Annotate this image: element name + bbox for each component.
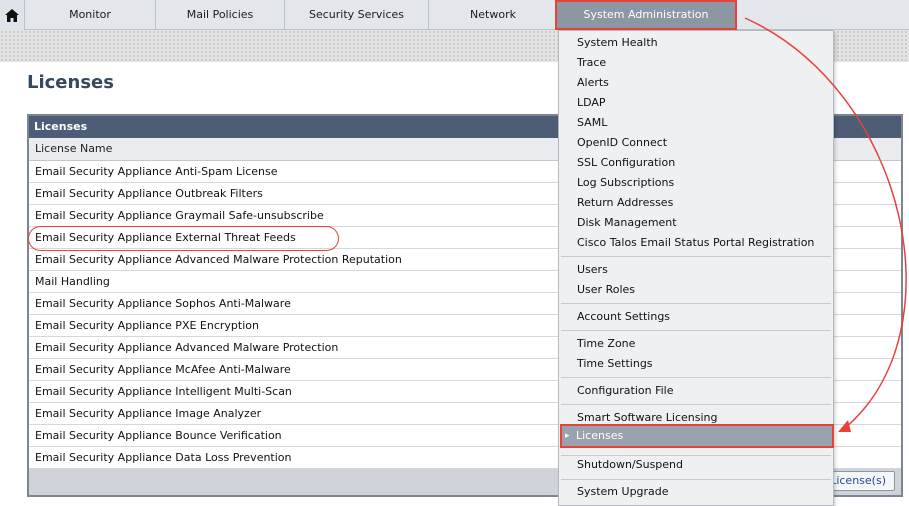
nav-security-services[interactable]: Security Services bbox=[285, 0, 429, 30]
menu-item-account-settings[interactable]: Account Settings bbox=[577, 307, 670, 327]
menu-item-trace[interactable]: Trace bbox=[577, 53, 606, 73]
menu-divider bbox=[561, 404, 831, 405]
menu-item-log-subscriptions[interactable]: Log Subscriptions bbox=[577, 173, 674, 193]
nav-mail-policies[interactable]: Mail Policies bbox=[156, 0, 285, 30]
home-button[interactable] bbox=[0, 0, 25, 30]
menu-item-system-health[interactable]: System Health bbox=[577, 33, 658, 53]
nav-monitor[interactable]: Monitor bbox=[25, 0, 156, 30]
menu-divider bbox=[561, 330, 831, 331]
menu-item-system-upgrade[interactable]: System Upgrade bbox=[577, 482, 669, 502]
nav-network[interactable]: Network bbox=[429, 0, 558, 30]
menu-item-time-settings[interactable]: Time Settings bbox=[577, 354, 653, 374]
menu-item-alerts[interactable]: Alerts bbox=[577, 73, 609, 93]
home-icon bbox=[5, 9, 19, 22]
menu-item-users[interactable]: Users bbox=[577, 260, 608, 280]
menu-item-licenses-label: Licenses bbox=[576, 429, 624, 442]
menu-item-user-roles[interactable]: User Roles bbox=[577, 280, 635, 300]
menu-item-disk-management[interactable]: Disk Management bbox=[577, 213, 677, 233]
menu-item-openid-connect[interactable]: OpenID Connect bbox=[577, 133, 667, 153]
caret-right-icon: ▸ bbox=[565, 431, 570, 441]
menu-item-time-zone[interactable]: Time Zone bbox=[577, 334, 635, 354]
menu-divider bbox=[561, 377, 831, 378]
page-title: Licenses bbox=[27, 72, 114, 93]
menu-divider bbox=[561, 256, 831, 257]
menu-item-ssl-configuration[interactable]: SSL Configuration bbox=[577, 153, 675, 173]
nav-system-administration[interactable]: System Administration bbox=[555, 0, 737, 30]
menu-item-licenses[interactable]: ▸ Licenses bbox=[560, 424, 834, 448]
menu-item-talos-portal-registration[interactable]: Cisco Talos Email Status Portal Registra… bbox=[577, 233, 814, 253]
menu-item-ldap[interactable]: LDAP bbox=[577, 93, 606, 113]
menu-item-shutdown-suspend[interactable]: Shutdown/Suspend bbox=[577, 455, 683, 475]
menu-divider bbox=[561, 303, 831, 304]
menu-item-configuration-file[interactable]: Configuration File bbox=[577, 381, 674, 401]
top-navigation: Monitor Mail Policies Security Services … bbox=[0, 0, 909, 30]
menu-divider bbox=[561, 479, 831, 480]
menu-item-saml[interactable]: SAML bbox=[577, 113, 607, 133]
menu-item-return-addresses[interactable]: Return Addresses bbox=[577, 193, 673, 213]
